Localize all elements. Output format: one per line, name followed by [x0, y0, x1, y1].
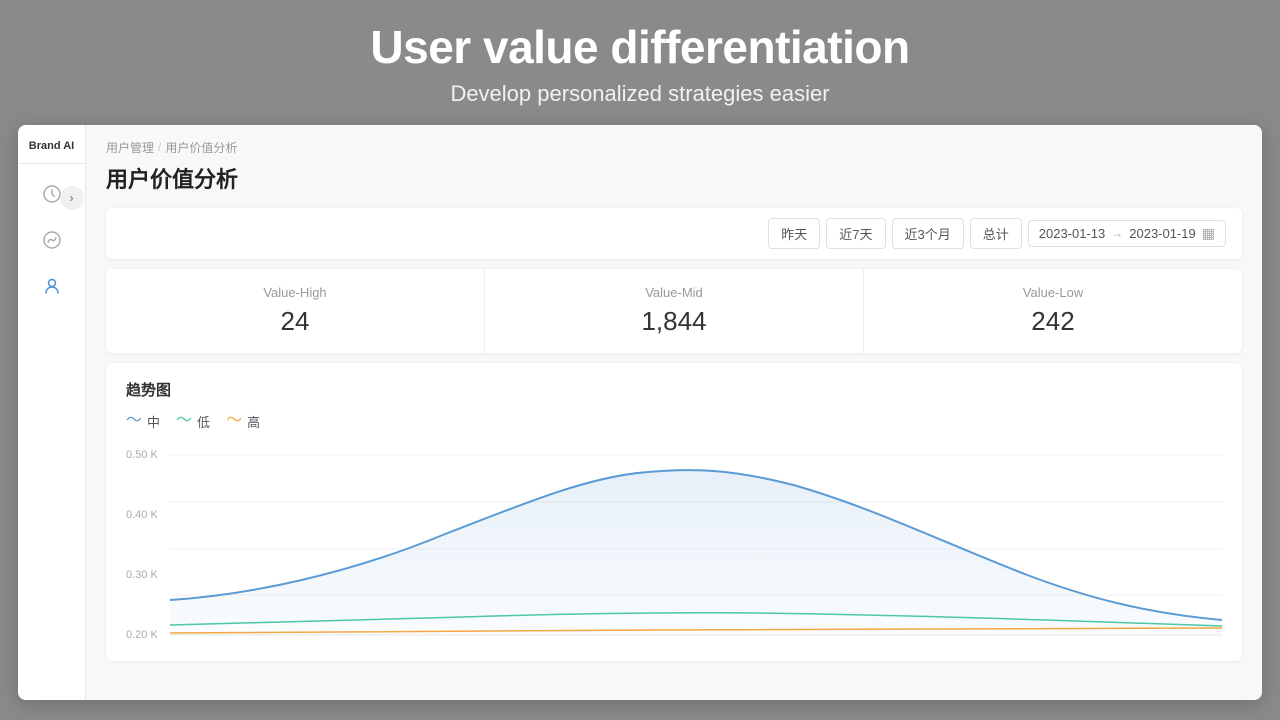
legend-mid: 〜 中 — [126, 412, 160, 431]
brand-logo: Brand AI — [18, 125, 85, 164]
home-icon — [42, 184, 62, 204]
breadcrumb-parent[interactable]: 用户管理 — [106, 139, 154, 156]
chart-legend: 〜 中 〜 低 〜 高 — [126, 412, 1222, 431]
hero-subtitle: Develop personalized strategies easier — [0, 81, 1280, 107]
stat-value-low: 242 — [884, 306, 1222, 337]
stats-row: Value-High 24 Value-Mid 1,844 Value-Low … — [106, 269, 1242, 353]
filter-yesterday[interactable]: 昨天 — [768, 218, 820, 249]
breadcrumb-current: 用户价值分析 — [165, 139, 237, 156]
legend-mid-wave: 〜 — [126, 413, 142, 429]
main-content: 用户管理 / 用户价值分析 用户价值分析 昨天 近7天 近3个月 总计 2023… — [86, 125, 1262, 700]
chart-area: 0.50 K 0.40 K 0.30 K 0.20 K — [126, 445, 1222, 645]
hero-section: User value differentiation Develop perso… — [0, 0, 1280, 125]
y-label-0: 0.50 K — [126, 449, 168, 461]
filter-last7days[interactable]: 近7天 — [826, 218, 885, 249]
sidebar-item-chart[interactable] — [32, 220, 72, 260]
legend-low-label: 低 — [197, 412, 210, 431]
calendar-icon: ▦ — [1202, 225, 1215, 242]
y-label-2: 0.30 K — [126, 569, 168, 581]
breadcrumb: 用户管理 / 用户价值分析 — [106, 139, 1242, 156]
stat-card-mid: Value-Mid 1,844 — [485, 269, 864, 353]
y-label-3: 0.20 K — [126, 629, 168, 641]
date-arrow: → — [1111, 226, 1123, 240]
date-end: 2023-01-19 — [1129, 226, 1196, 241]
legend-high-wave: 〜 — [226, 413, 242, 429]
chart-icon — [42, 230, 62, 250]
chart-title: 趋势图 — [126, 379, 1222, 400]
legend-mid-label: 中 — [147, 412, 160, 431]
sidebar-expand-btn[interactable]: › — [60, 186, 84, 210]
date-range-picker[interactable]: 2023-01-13 → 2023-01-19 ▦ — [1028, 220, 1226, 247]
legend-low: 〜 低 — [176, 412, 210, 431]
app-window: Brand AI › — [18, 125, 1262, 700]
filter-last3months[interactable]: 近3个月 — [892, 218, 964, 249]
sidebar-item-home[interactable]: › — [32, 174, 72, 214]
page-title: 用户价值分析 — [106, 162, 1242, 194]
sidebar: Brand AI › — [18, 125, 86, 700]
stat-label-low: Value-Low — [884, 285, 1222, 300]
sidebar-item-users[interactable] — [32, 266, 72, 306]
stat-value-high: 24 — [126, 306, 464, 337]
sidebar-icons: › — [18, 164, 85, 316]
stat-value-mid: 1,844 — [505, 306, 843, 337]
stat-card-low: Value-Low 242 — [864, 269, 1242, 353]
legend-high-label: 高 — [247, 412, 260, 431]
hero-title: User value differentiation — [0, 22, 1280, 73]
legend-low-wave: 〜 — [176, 413, 192, 429]
chart-svg — [170, 445, 1222, 645]
legend-high: 〜 高 — [226, 412, 260, 431]
chart-section: 趋势图 〜 中 〜 低 〜 高 — [106, 363, 1242, 661]
stat-card-high: Value-High 24 — [106, 269, 485, 353]
breadcrumb-separator: / — [158, 140, 161, 154]
main-inner: 用户管理 / 用户价值分析 用户价值分析 昨天 近7天 近3个月 总计 2023… — [86, 125, 1262, 700]
filter-bar: 昨天 近7天 近3个月 总计 2023-01-13 → 2023-01-19 ▦ — [106, 208, 1242, 259]
date-start: 2023-01-13 — [1039, 226, 1106, 241]
stat-label-mid: Value-Mid — [505, 285, 843, 300]
users-icon — [42, 276, 62, 296]
stat-label-high: Value-High — [126, 285, 464, 300]
y-label-1: 0.40 K — [126, 509, 168, 521]
filter-total[interactable]: 总计 — [970, 218, 1022, 249]
